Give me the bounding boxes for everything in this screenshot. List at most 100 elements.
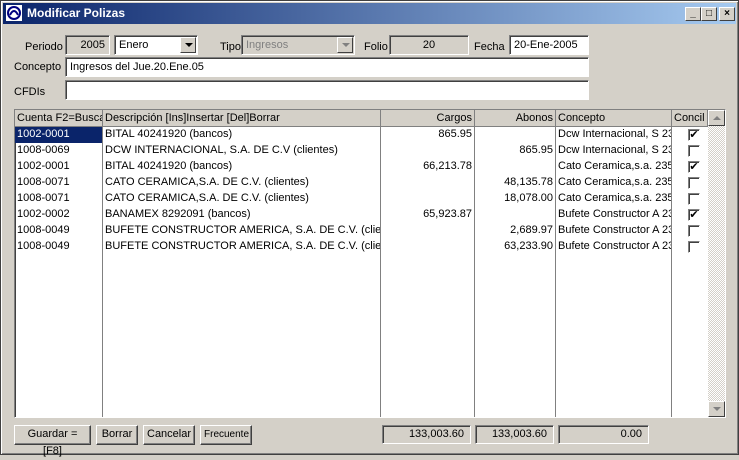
cell-concepto[interactable]: Cato Ceramica,s.a. 2350 [556,191,671,207]
column-header-concil[interactable]: Concil [672,110,708,127]
cell-cuenta[interactable]: 1002-0001 [15,127,102,143]
window-title: Modificar Polizas [27,6,126,20]
cell-descripcion[interactable]: CATO CERAMICA,S.A. DE C.V. (clientes) [103,175,380,191]
cell-descripcion[interactable]: DCW INTERNACIONAL, S.A. DE C.V (clientes… [103,143,380,159]
cell-concepto[interactable]: Cato Ceramica,s.a. 2352 [556,175,671,191]
chevron-down-icon[interactable] [180,37,196,53]
cell-concepto[interactable]: Bufete Constructor A 2351 [556,223,671,239]
scroll-down-icon[interactable] [708,401,725,417]
fecha-label: Fecha [474,41,505,53]
frecuente-button[interactable]: Frecuente [200,425,252,445]
concil-checkbox[interactable]: ✔ [688,129,700,141]
scroll-up-icon[interactable] [708,110,725,126]
cell-descripcion[interactable]: CATO CERAMICA,S.A. DE C.V. (clientes) [103,191,380,207]
cfdis-field[interactable] [65,80,589,100]
app-icon [6,5,22,21]
cell-concepto[interactable]: Dcw Internacional, S 2350 [556,143,671,159]
cell-cuenta[interactable]: 1008-0049 [15,239,102,255]
concepto-field[interactable]: Ingresos del Jue.20.Ene.05 [65,57,589,77]
tipo-value: Ingresos [246,39,289,51]
cell-abonos[interactable] [475,159,555,175]
cell-cuenta[interactable]: 1008-0069 [15,143,102,159]
cell-concil: ✔ [672,159,708,175]
concil-checkbox[interactable] [688,177,700,189]
cell-abonos[interactable] [475,207,555,223]
folio-label: Folio [364,41,388,53]
cell-descripcion[interactable]: BUFETE CONSTRUCTOR AMERICA, S.A. DE C.V.… [103,223,380,239]
cell-abonos[interactable]: 865.95 [475,143,555,159]
fecha-field[interactable]: 20-Ene-2005 [509,35,589,55]
cell-cargos[interactable]: 66,213.78 [381,159,474,175]
periodo-month-value: Enero [119,39,149,51]
cell-cargos[interactable] [381,239,474,255]
cell-concepto[interactable]: Bufete Constructor A 2351 [556,239,671,255]
cell-cuenta[interactable]: 1008-0071 [15,175,102,191]
concepto-label: Concepto [14,61,62,73]
cell-descripcion[interactable]: BUFETE CONSTRUCTOR AMERICA, S.A. DE C.V.… [103,239,380,255]
concil-checkbox[interactable]: ✔ [688,209,700,221]
cell-concil [672,175,708,191]
cell-descripcion[interactable]: BITAL 40241920 (bancos) [103,127,380,143]
table-row[interactable]: 1008-0069 DCW INTERNACIONAL, S.A. DE C.V … [15,143,708,159]
cell-concepto[interactable]: Cato Ceramica,s.a. 2352 [556,159,671,175]
cell-abonos[interactable]: 2,689.97 [475,223,555,239]
cell-descripcion[interactable]: BITAL 40241920 (bancos) [103,159,380,175]
cell-cargos[interactable] [381,143,474,159]
concil-checkbox[interactable] [688,193,700,205]
cell-cargos[interactable]: 865.95 [381,127,474,143]
cell-cargos[interactable] [381,191,474,207]
chevron-down-icon[interactable] [337,37,353,53]
cell-abonos[interactable]: 18,078.00 [475,191,555,207]
cell-abonos[interactable]: 63,233.90 [475,239,555,255]
folio-field[interactable]: 20 [389,35,469,55]
total-abonos: 133,003.60 [475,425,554,444]
close-button[interactable]: × [719,7,735,21]
table-row[interactable]: 1008-0071 CATO CERAMICA,S.A. DE C.V. (cli… [15,175,708,191]
guardar-button[interactable]: Guardar = [F8] [14,425,91,457]
diferencia: 0.00 [558,425,649,444]
table-row[interactable]: 1002-0002 BANAMEX 8292091 (bancos) 65,923.… [15,207,708,223]
concil-checkbox[interactable] [688,241,700,253]
polizas-grid[interactable]: Cuenta F2=Buscar Descripción [Ins]Insert… [14,109,726,418]
column-header-cuenta[interactable]: Cuenta F2=Buscar [15,110,103,127]
cell-abonos[interactable]: 48,135.78 [475,175,555,191]
concil-checkbox[interactable]: ✔ [688,161,700,173]
minimize-button[interactable]: _ [685,7,701,21]
cell-cargos[interactable] [381,223,474,239]
cell-concepto[interactable]: Bufete Constructor A 2351 [556,207,671,223]
table-row[interactable]: 1008-0049 BUFETE CONSTRUCTOR AMERICA, S.A… [15,239,708,255]
cell-cargos[interactable]: 65,923.87 [381,207,474,223]
cell-cuenta[interactable]: 1002-0002 [15,207,102,223]
vertical-scrollbar[interactable] [708,110,725,417]
column-header-descripcion[interactable]: Descripción [Ins]Insertar [Del]Borrar [103,110,381,127]
column-header-abonos[interactable]: Abonos [475,110,556,127]
cell-cuenta[interactable]: 1002-0001 [15,159,102,175]
cell-cuenta[interactable]: 1008-0049 [15,223,102,239]
periodo-month-select[interactable]: Enero [114,35,198,55]
cell-concil [672,239,708,255]
cell-cargos[interactable] [381,175,474,191]
tipo-select[interactable]: Ingresos [241,35,355,55]
cell-concepto[interactable]: Dcw Internacional, S 2350 [556,127,671,143]
cell-concil: ✔ [672,207,708,223]
cell-cuenta[interactable]: 1008-0071 [15,191,102,207]
table-row[interactable]: 1002-0001 BITAL 40241920 (bancos) 865.95 Dc… [15,127,708,143]
cell-descripcion[interactable]: BANAMEX 8292091 (bancos) [103,207,380,223]
maximize-button[interactable]: □ [701,7,717,21]
cell-concil: ✔ [672,127,708,143]
periodo-year-field[interactable]: 2005 [65,35,110,55]
concil-checkbox[interactable] [688,145,700,157]
title-bar[interactable]: Modificar Polizas _ □ × [3,3,736,24]
table-row[interactable]: 1008-0049 BUFETE CONSTRUCTOR AMERICA, S.A… [15,223,708,239]
table-row[interactable]: 1008-0071 CATO CERAMICA,S.A. DE C.V. (cli… [15,191,708,207]
column-header-cargos[interactable]: Cargos [381,110,475,127]
total-cargos: 133,003.60 [382,425,471,444]
table-row[interactable]: 1002-0001 BITAL 40241920 (bancos) 66,213.7… [15,159,708,175]
cell-abonos[interactable] [475,127,555,143]
tipo-label: Tipo [220,41,241,53]
column-header-concepto[interactable]: Concepto [556,110,672,127]
borrar-button[interactable]: Borrar [96,425,138,445]
concil-checkbox[interactable] [688,225,700,237]
cancelar-button[interactable]: Cancelar [143,425,195,445]
cfdis-label: CFDIs [14,86,46,98]
